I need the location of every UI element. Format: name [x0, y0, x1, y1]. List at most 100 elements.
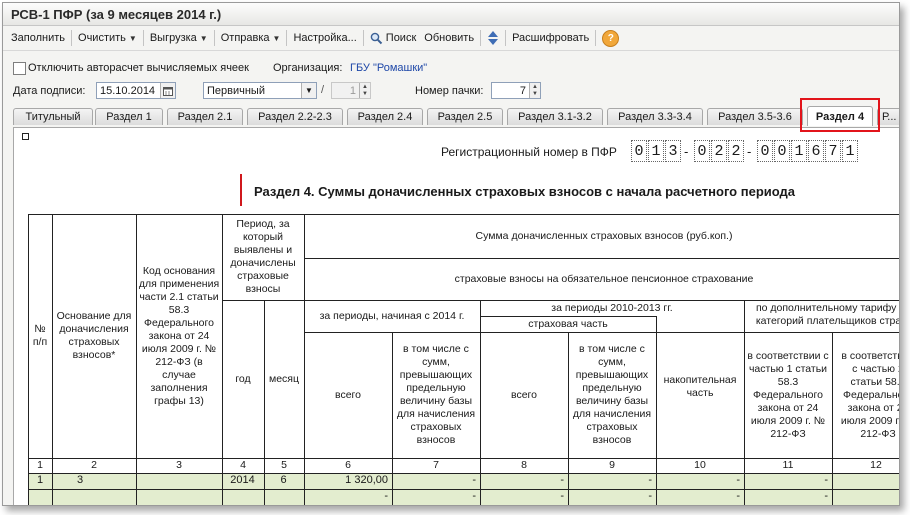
table-cell[interactable]: - — [395, 474, 476, 486]
table-cell[interactable]: - — [659, 490, 740, 502]
fill-button[interactable]: Заполнить — [7, 28, 69, 48]
organization-link[interactable]: ГБУ "Ромашки" — [350, 62, 427, 74]
search-button-label: Поиск — [385, 32, 417, 44]
tab-label: Раздел 1 — [106, 111, 152, 123]
report-type-select[interactable]: Первичный ▼ — [203, 82, 317, 99]
grid-line — [28, 458, 899, 459]
header-additional-tariff: по дополнительному тарифу для отдельных … — [755, 302, 900, 327]
export-button[interactable]: Выгрузка ▼ — [146, 28, 212, 48]
pack-number-field[interactable]: 7 ▲ ▼ — [491, 82, 541, 99]
table-cell[interactable]: 6 — [267, 474, 300, 486]
header-num: № п/п — [32, 323, 48, 348]
search-button[interactable]: Поиск — [366, 28, 420, 48]
refresh-button-label: Обновить — [424, 32, 475, 44]
tab-more[interactable]: Р... — [877, 108, 899, 125]
help-icon: ? — [602, 29, 620, 47]
header-since-2014: за периоды, начиная с 2014 г. — [319, 309, 465, 322]
chevron-down-icon[interactable]: ▼ — [301, 83, 316, 98]
title-bar: РСВ-1 ПФР (за 9 месяцев 2014 г.) — [3, 3, 899, 26]
tab-section-3-1-3-2[interactable]: Раздел 3.1-3.2 — [507, 108, 603, 125]
grid-line — [480, 300, 481, 505]
help-button[interactable]: ? — [598, 28, 623, 48]
column-number: 11 — [782, 459, 794, 471]
toolbar-separator — [213, 30, 215, 46]
table-cell[interactable]: - — [483, 490, 564, 502]
grid-line — [832, 332, 833, 505]
column-number: 12 — [870, 459, 882, 471]
active-tab-highlight-frame — [800, 98, 880, 132]
column-number: 2 — [91, 459, 97, 471]
header-pension: страховые взносы на обязательное пенсион… — [454, 272, 754, 285]
options-row: Отключить авторасчет вычисляемых ячеек О… — [3, 59, 899, 79]
toolbar-separator — [286, 30, 288, 46]
table-cell[interactable]: - — [571, 474, 652, 486]
table-cell[interactable]: - — [835, 474, 899, 486]
grid-line — [304, 300, 899, 301]
tab-section-3-5-3-6[interactable]: Раздел 3.5-3.6 — [707, 108, 803, 125]
correction-number-field[interactable]: 1 ▲ ▼ — [331, 82, 371, 99]
params-row: Дата подписи: 15.10.2014 Первичный ▼ / 1… — [3, 81, 899, 103]
header-funded: накопительная часть — [663, 374, 737, 399]
chevron-down-icon: ▼ — [128, 33, 137, 43]
fill-button-label: Заполнить — [11, 32, 66, 44]
table-cell[interactable]: - — [659, 474, 740, 486]
tab-section-3-3-3-4[interactable]: Раздел 3.3-3.4 — [607, 108, 703, 125]
spin-buttons-icon[interactable]: ▲ ▼ — [359, 83, 370, 98]
grid-line — [136, 214, 137, 505]
pack-number-label: Номер пачки: — [415, 85, 484, 97]
grid-line — [480, 316, 656, 317]
tab-section-2-2-2-3[interactable]: Раздел 2.2-2.3 — [247, 108, 343, 125]
table-cell[interactable]: - — [747, 474, 828, 486]
export-button-label: Выгрузка — [149, 32, 197, 44]
grid-line — [568, 332, 569, 505]
tab-label: Раздел 3.5-3.6 — [718, 111, 792, 123]
table-cell[interactable]: 1 320,00 — [307, 474, 388, 486]
section-4-table: № п/п Основание для доначисления страхов… — [14, 128, 900, 506]
tab-title[interactable]: Титульный — [13, 108, 93, 125]
grid-line — [222, 214, 223, 505]
column-number: 1 — [37, 459, 43, 471]
clear-button[interactable]: Очистить ▼ — [74, 28, 141, 48]
table-cell[interactable]: - — [747, 490, 828, 502]
table-cell[interactable]: 2014 — [225, 474, 260, 486]
tab-section-1[interactable]: Раздел 1 — [95, 108, 163, 125]
grid-line — [28, 473, 899, 474]
tab-label: Раздел 3.3-3.4 — [618, 111, 692, 123]
tab-label: Раздел 3.1-3.2 — [518, 111, 592, 123]
spin-buttons-icon[interactable]: ▲ ▼ — [529, 83, 540, 98]
toolbar-separator — [142, 30, 144, 46]
table-cell[interactable]: - — [483, 474, 564, 486]
table-cell[interactable]: - — [571, 490, 652, 502]
settings-button[interactable]: Настройка... — [289, 28, 360, 48]
tab-section-2-5[interactable]: Раздел 2.5 — [427, 108, 503, 125]
grid-line — [28, 489, 899, 490]
grid-line — [656, 316, 657, 505]
column-number: 3 — [176, 459, 182, 471]
header-part2: в соответствии с частью 2 статьи 58.3 Фе… — [840, 349, 900, 440]
send-button[interactable]: Отправка ▼ — [217, 28, 285, 48]
table-cell[interactable]: - — [835, 490, 899, 502]
table-cell[interactable]: - — [307, 490, 388, 502]
table-cell[interactable]: - — [395, 490, 476, 502]
table-cell[interactable]: 3 — [55, 474, 154, 486]
header-basis: Основание для доначисления страховых взн… — [56, 310, 132, 361]
tab-label: Титульный — [25, 111, 81, 123]
tab-section-2-1[interactable]: Раздел 2.1 — [167, 108, 243, 125]
table-cell[interactable]: 1 — [31, 474, 54, 486]
header-total-2010: всего — [511, 388, 537, 401]
tab-section-2-4[interactable]: Раздел 2.4 — [347, 108, 423, 125]
sort-button[interactable] — [483, 28, 503, 48]
organization-label: Организация: — [273, 62, 343, 74]
send-button-label: Отправка — [220, 32, 270, 44]
decode-button[interactable]: Расшифровать — [508, 28, 593, 48]
correction-number-value: 1 — [349, 84, 356, 97]
grid-line — [392, 332, 393, 505]
toolbar-separator — [71, 30, 73, 46]
grid-line — [28, 214, 899, 215]
autocalc-checkbox[interactable] — [13, 62, 26, 75]
refresh-button[interactable]: Обновить — [420, 28, 478, 48]
grid-line — [222, 300, 304, 301]
grid-line — [28, 505, 900, 506]
calendar-icon[interactable] — [160, 83, 175, 98]
sign-date-field[interactable]: 15.10.2014 — [96, 82, 176, 99]
